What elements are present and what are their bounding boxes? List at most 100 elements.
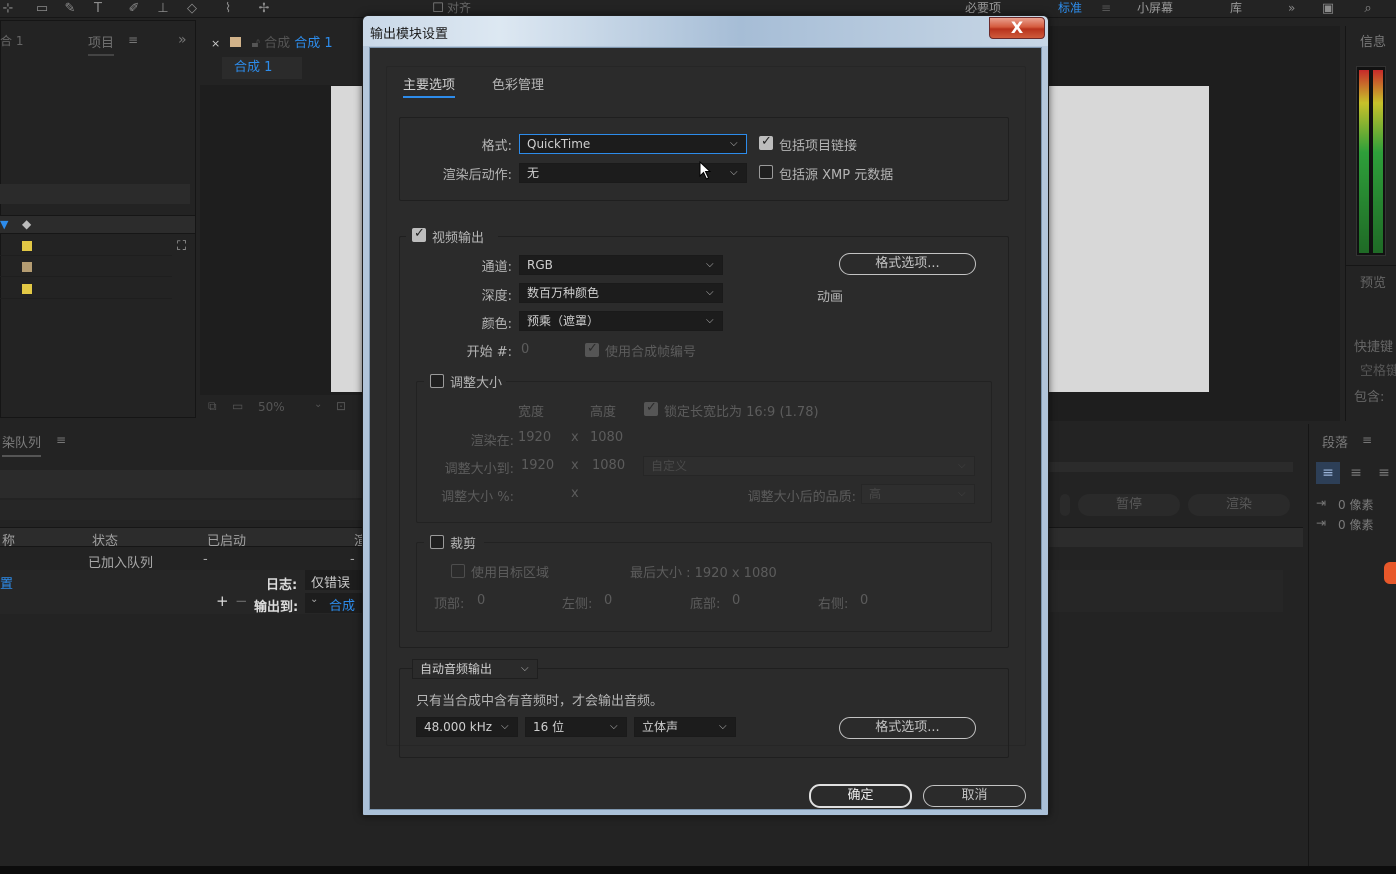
align-left-icon[interactable]: ≡ xyxy=(1316,462,1340,484)
render-settings-link[interactable]: 置 xyxy=(0,573,13,592)
snapshot-icon[interactable]: ⧉ xyxy=(208,399,217,414)
workspace-libraries[interactable]: 库 xyxy=(1230,0,1242,16)
comp-tab-name[interactable]: 合成 1 xyxy=(294,36,332,51)
project-search-input[interactable] xyxy=(0,184,190,204)
list-item[interactable] xyxy=(0,279,172,299)
tab-project[interactable]: 项目 xyxy=(88,32,115,56)
selection-tool-icon[interactable]: ⊹ xyxy=(0,1,16,16)
col-started[interactable]: 已启动 xyxy=(207,530,246,549)
include-project-link-checkbox[interactable] xyxy=(759,134,773,150)
pause-button[interactable]: 暂停 xyxy=(1078,494,1180,516)
workspace-essentials[interactable]: 必要项 xyxy=(965,0,1001,16)
list-item[interactable] xyxy=(0,236,172,256)
resize-label[interactable]: 调整大小 xyxy=(450,372,502,391)
include-xmp-checkbox[interactable] xyxy=(759,165,773,179)
indent-left-value[interactable]: 0 像素 xyxy=(1338,496,1373,513)
cancel-button[interactable]: 取消 xyxy=(923,785,1026,807)
more-workspaces-icon[interactable]: » xyxy=(1288,0,1295,16)
use-comp-frame-label[interactable]: 使用合成帧编号 xyxy=(605,341,696,360)
add-output-icon[interactable]: + xyxy=(216,592,229,610)
table-row[interactable] xyxy=(0,548,365,570)
chevron-down-icon[interactable]: ⌄ xyxy=(310,594,318,605)
col-status[interactable]: 状态 xyxy=(92,530,118,549)
indent-first-icon[interactable]: ⇥ xyxy=(1316,516,1326,530)
comp-tab[interactable]: × 🔓︎ 合成 合成 1 xyxy=(211,32,333,51)
panel-menu-icon[interactable]: ≡ xyxy=(1362,433,1372,447)
crop-left-value[interactable]: 0 xyxy=(604,593,612,608)
audio-mode-select[interactable]: 自动音频输出 ⌵ xyxy=(412,659,538,679)
video-output-label[interactable]: 视频输出 xyxy=(432,227,484,246)
resize-quality-select[interactable]: 高 ⌵ xyxy=(861,484,975,504)
audio-format-options-button[interactable]: 格式选项... xyxy=(839,717,976,739)
format-select[interactable]: QuickTime ⌵ xyxy=(519,134,747,154)
roto-brush-tool-icon[interactable]: ⌇ xyxy=(220,1,236,16)
search-icon[interactable]: ⌕ xyxy=(1360,1,1376,16)
crop-top-value[interactable]: 0 xyxy=(477,593,485,608)
tab-paragraph[interactable]: 段落 xyxy=(1322,432,1348,451)
list-item[interactable] xyxy=(0,257,172,277)
type-tool-icon[interactable]: T xyxy=(90,1,106,16)
rectangle-tool-icon[interactable]: ▭ xyxy=(34,1,50,16)
close-icon[interactable]: × xyxy=(211,37,220,50)
sort-chevron-icon[interactable]: ▼ xyxy=(0,218,8,231)
audio-channels-select[interactable]: 立体声 ⌵ xyxy=(634,717,736,737)
resize-checkbox[interactable] xyxy=(430,374,444,388)
video-output-checkbox[interactable] xyxy=(412,226,426,242)
align-center-icon[interactable]: ≡ xyxy=(1344,462,1368,484)
panel-menu-icon[interactable]: ≡ xyxy=(56,433,66,447)
video-format-options-button[interactable]: 格式选项... xyxy=(839,253,976,275)
comp-breadcrumb[interactable]: 合成 1 xyxy=(222,57,302,79)
depth-select[interactable]: 数百万种颜色 ⌵ xyxy=(519,283,723,303)
region-icon[interactable]: ⊡ xyxy=(336,399,346,413)
start-frame-value[interactable]: 0 xyxy=(521,342,529,357)
panel-expand-icon[interactable]: » xyxy=(178,32,187,48)
panel-menu-icon[interactable]: ≡ xyxy=(128,33,138,47)
col-name[interactable]: 称 xyxy=(2,530,15,549)
lock-aspect-checkbox[interactable] xyxy=(644,400,658,416)
shortcut-value[interactable]: 空格键 xyxy=(1360,360,1396,379)
ok-button[interactable]: 确定 xyxy=(809,784,912,808)
zoom-level[interactable]: 50% xyxy=(258,400,285,414)
resize-to-height[interactable]: 1080 xyxy=(592,458,625,473)
workspace-menu-icon[interactable]: ≡ xyxy=(1101,0,1111,16)
bit-depth-select[interactable]: 16 位 ⌵ xyxy=(525,717,627,737)
puppet-pin-tool-icon[interactable]: ✢ xyxy=(256,1,272,16)
resize-preset-select[interactable]: 自定义 ⌵ xyxy=(643,456,975,476)
use-roi-label[interactable]: 使用目标区域 xyxy=(471,562,549,581)
flowchart-icon[interactable]: ⛶ xyxy=(177,239,186,254)
comp-canvas[interactable] xyxy=(331,86,365,392)
chevron-down-icon[interactable]: ⌄ xyxy=(314,399,322,410)
crop-label[interactable]: 裁剪 xyxy=(450,533,476,552)
display-icon[interactable]: ▭ xyxy=(232,399,243,413)
tag-icon[interactable]: ◆ xyxy=(22,217,31,231)
include-project-link-label[interactable]: 包括项目链接 xyxy=(779,135,857,154)
render-button[interactable]: 渲染 xyxy=(1188,494,1290,516)
close-button[interactable]: X xyxy=(989,17,1045,39)
lock-icon[interactable]: 🔓︎ xyxy=(252,36,260,51)
channels-select[interactable]: RGB ⌵ xyxy=(519,255,723,275)
use-roi-checkbox[interactable] xyxy=(451,564,465,578)
resize-to-width[interactable]: 1920 xyxy=(521,458,554,473)
pen-tool-icon[interactable]: ✎ xyxy=(62,1,78,16)
eraser-tool-icon[interactable]: ◇ xyxy=(184,1,200,16)
crop-bottom-value[interactable]: 0 xyxy=(732,593,740,608)
indent-left-icon[interactable]: ⇥ xyxy=(1316,496,1326,510)
workspace-small-screen[interactable]: 小屏幕 xyxy=(1137,0,1173,16)
use-comp-frame-checkbox[interactable] xyxy=(585,341,599,357)
remove-output-icon[interactable]: − xyxy=(235,592,248,610)
preview-panel-title[interactable]: 预览 xyxy=(1360,272,1386,291)
log-select[interactable]: 仅错误 xyxy=(305,570,365,591)
dialog-titlebar[interactable]: 输出模块设置 X xyxy=(363,16,1048,46)
color-select[interactable]: 预乘（遮罩） ⌵ xyxy=(519,311,723,331)
sample-rate-select[interactable]: 48.000 kHz ⌵ xyxy=(416,717,518,737)
include-xmp-label[interactable]: 包括源 XMP 元数据 xyxy=(779,164,893,183)
align-right-icon[interactable]: ≡ xyxy=(1372,462,1396,484)
info-panel-title[interactable]: 信息 xyxy=(1360,31,1386,50)
align-checkbox-icon[interactable]: ☐ xyxy=(430,1,446,16)
sync-icon[interactable]: ▣ xyxy=(1320,1,1336,16)
crop-checkbox[interactable] xyxy=(430,535,444,549)
crop-right-value[interactable]: 0 xyxy=(860,593,868,608)
lock-aspect-label[interactable]: 锁定长宽比为 16:9 (1.78) xyxy=(664,401,819,420)
tab-render-queue[interactable]: 染队列 xyxy=(2,432,42,457)
indent-first-value[interactable]: 0 像素 xyxy=(1338,516,1373,533)
